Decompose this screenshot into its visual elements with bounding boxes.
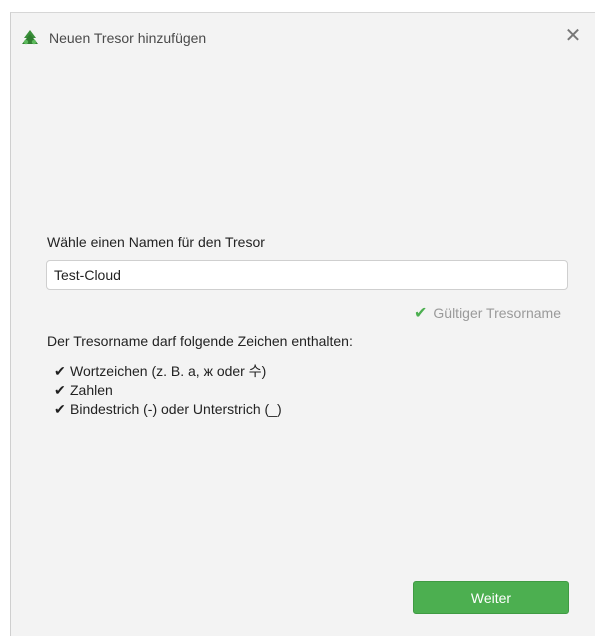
validation-text: Gültiger Tresorname bbox=[433, 305, 561, 321]
validation-status: ✔ Gültiger Tresorname bbox=[414, 303, 561, 323]
rules-list: ✔ Wortzeichen (z. B. a, ж oder 수) ✔ Zahl… bbox=[54, 362, 282, 419]
vault-name-label: Wähle einen Namen für den Tresor bbox=[47, 234, 265, 250]
check-icon: ✔ bbox=[413, 305, 428, 322]
check-icon: ✔ bbox=[54, 401, 66, 417]
check-icon: ✔ bbox=[54, 363, 66, 379]
rules-heading: Der Tresorname darf folgende Zeichen ent… bbox=[47, 333, 353, 349]
app-logo-icon bbox=[20, 28, 40, 48]
rule-text: Zahlen bbox=[70, 382, 113, 398]
rule-item: ✔ Wortzeichen (z. B. a, ж oder 수) bbox=[54, 362, 282, 381]
rule-item: ✔ Zahlen bbox=[54, 381, 282, 400]
rule-item: ✔ Bindestrich (-) oder Unterstrich (_) bbox=[54, 400, 282, 419]
vault-name-input[interactable] bbox=[46, 260, 568, 290]
title-bar: Neuen Tresor hinzufügen ✕ bbox=[11, 13, 595, 63]
rule-text: Wortzeichen (z. B. a, ж oder 수) bbox=[70, 363, 267, 379]
close-icon[interactable]: ✕ bbox=[562, 25, 584, 47]
dialog-window: Neuen Tresor hinzufügen ✕ Wähle einen Na… bbox=[10, 12, 595, 636]
rule-text: Bindestrich (-) oder Unterstrich (_) bbox=[70, 401, 282, 417]
check-icon: ✔ bbox=[54, 382, 66, 398]
window-title: Neuen Tresor hinzufügen bbox=[49, 30, 207, 46]
next-button[interactable]: Weiter bbox=[413, 581, 569, 614]
